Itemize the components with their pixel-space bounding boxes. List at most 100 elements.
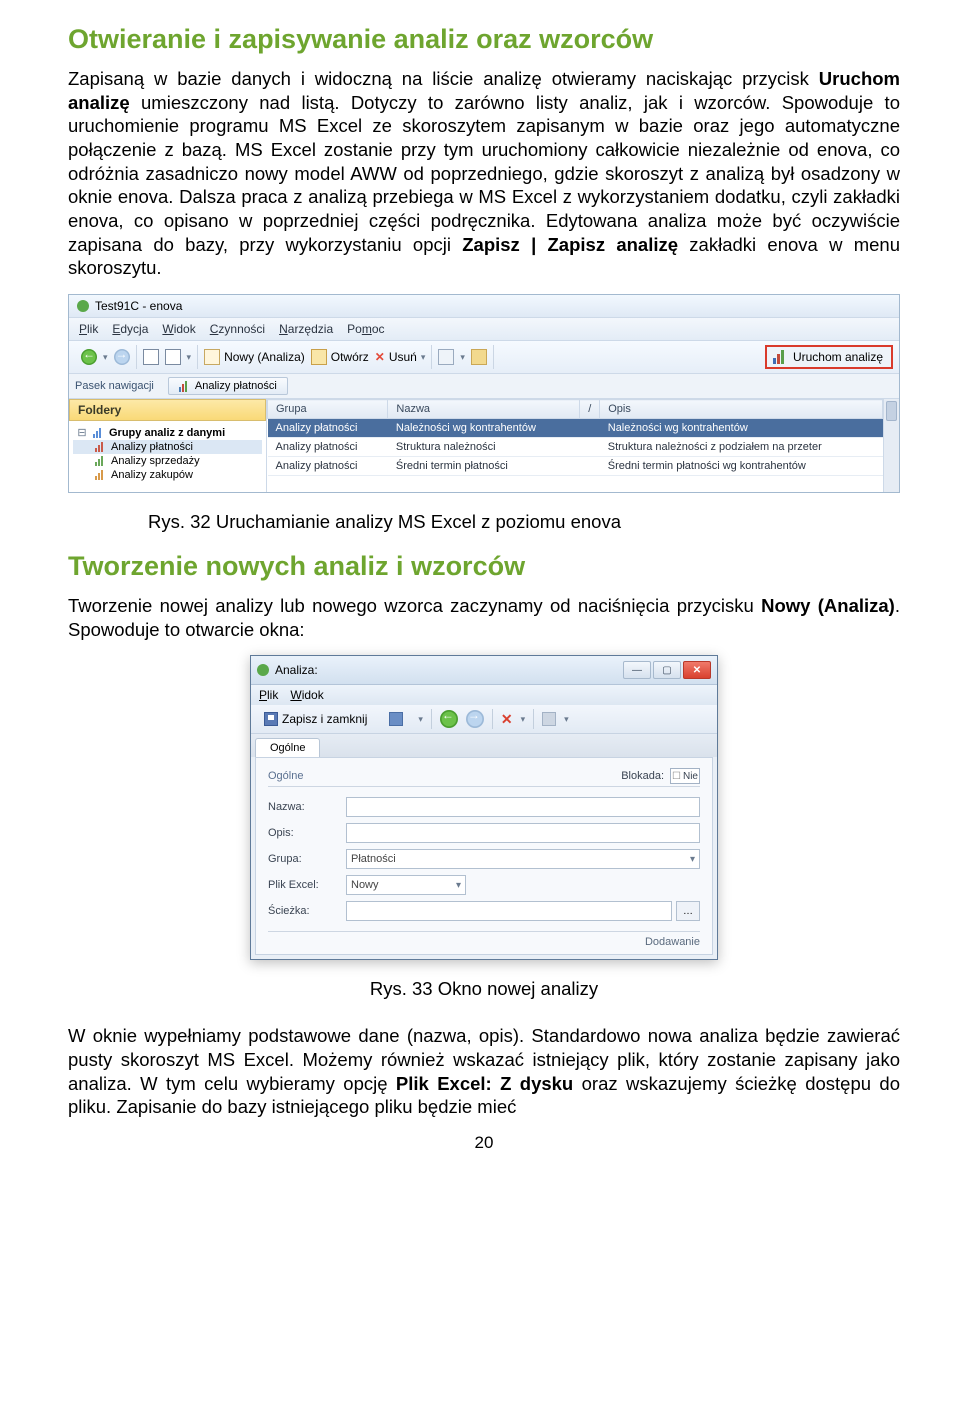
label-opis: Opis:	[268, 827, 346, 839]
nav-label: Pasek nawigacji	[75, 380, 154, 392]
menu-pomoc[interactable]: Pomoc	[347, 322, 384, 336]
tree-icon	[95, 442, 107, 452]
cell	[580, 419, 600, 438]
dialog-menu: Plik Widok	[251, 685, 717, 705]
delete-dropdown-icon[interactable]: ▾	[521, 714, 526, 725]
list-icon[interactable]	[143, 349, 159, 365]
save-button[interactable]	[382, 709, 410, 729]
otworz-label: Otwórz	[331, 350, 369, 364]
section-label: Ogólne	[268, 770, 303, 782]
input-nazwa[interactable]	[346, 797, 700, 817]
dialog-toolbar: Zapisz i zamknij ▾ ✕ ▾ ▾	[251, 705, 717, 734]
tree-item-sprzedazy[interactable]: Analizy sprzedaży	[73, 454, 262, 468]
menu-czynnosci[interactable]: Czynności	[210, 322, 265, 336]
save-close-label: Zapisz i zamknij	[282, 712, 367, 726]
section-header: Ogólne Blokada: ☐Nie	[268, 768, 700, 787]
table-row[interactable]: Analizy płatności Struktura należności S…	[268, 438, 883, 457]
p1-c: umieszczony nad listą. Dotyczy to zarówn…	[68, 92, 900, 255]
menu-plik[interactable]: Plik	[259, 688, 278, 702]
p1-d: Zapisz | Zapisz analizę	[462, 234, 678, 255]
col-opis[interactable]: Opis	[600, 400, 883, 419]
list-dropdown-icon[interactable]: ▾	[187, 352, 192, 363]
vertical-scrollbar[interactable]	[883, 399, 899, 492]
back-dropdown-icon[interactable]: ▾	[103, 352, 108, 363]
nav-bar: Pasek nawigacji Analizy płatności	[69, 374, 899, 399]
tree-label-0: Analizy płatności	[111, 441, 193, 453]
dialog-titlebar: Analiza: — ▢ ✕	[251, 656, 717, 685]
close-button[interactable]: ✕	[683, 661, 711, 679]
otworz-button[interactable]: Otwórz	[311, 349, 369, 365]
app-icon	[257, 664, 269, 676]
figure-caption-32: Rys. 32 Uruchamianie analizy MS Excel z …	[148, 511, 900, 533]
toolbar: ▾ ▾ Nowy (Analiza) Otwórz ✕ Usuń ▾	[69, 341, 899, 374]
tree-root[interactable]: ⊟ Grupy analiz z danymi	[73, 425, 262, 440]
cell: Średni termin płatności wg kontrahentów	[600, 457, 883, 476]
tree-label-2: Analizy zakupów	[111, 469, 193, 481]
copy-dropdown-icon[interactable]: ▾	[460, 352, 465, 363]
new-page-icon	[204, 349, 220, 365]
forward-icon[interactable]	[114, 349, 130, 365]
crumb-text: Analizy płatności	[195, 380, 277, 392]
col-nazwa[interactable]: Nazwa	[388, 400, 580, 419]
minimize-button[interactable]: —	[623, 661, 651, 679]
nav-fwd-icon[interactable]	[466, 710, 484, 728]
cell: Struktura należności z podziałem na prze…	[600, 438, 883, 457]
cell: Analizy płatności	[268, 419, 388, 438]
dialog-title: Analiza:	[275, 663, 318, 677]
folder-icon[interactable]	[471, 349, 487, 365]
open-icon	[311, 349, 327, 365]
breadcrumb[interactable]: Analizy płatności	[168, 377, 288, 395]
menu-edycja[interactable]: Edycja	[112, 322, 148, 336]
sidebar: Foldery ⊟ Grupy analiz z danymi Analizy …	[69, 399, 267, 492]
list2-icon[interactable]	[165, 349, 181, 365]
copy-icon[interactable]	[438, 349, 454, 365]
save-close-button[interactable]: Zapisz i zamknij	[257, 709, 374, 729]
crumb-icon	[179, 380, 191, 392]
cell	[580, 457, 600, 476]
delete-icon[interactable]: ✕	[501, 711, 513, 728]
tree-item-zakupow[interactable]: Analizy zakupów	[73, 468, 262, 482]
delete-icon: ✕	[375, 350, 385, 364]
back-icon[interactable]	[81, 349, 97, 365]
col-sort[interactable]: /	[580, 400, 600, 419]
print-dropdown-icon[interactable]: ▾	[564, 714, 569, 725]
save-dropdown-icon[interactable]: ▾	[418, 714, 423, 725]
menu-widok[interactable]: Widok	[162, 322, 195, 336]
print-icon[interactable]	[542, 712, 556, 726]
tree-item-platnosci[interactable]: Analizy płatności	[73, 440, 262, 454]
main-menu: Plik Edycja Widok Czynności Narzędzia Po…	[69, 318, 899, 341]
maximize-button[interactable]: ▢	[653, 661, 681, 679]
input-opis[interactable]	[346, 823, 700, 843]
grupa-value: Płatności	[351, 853, 396, 865]
grid-header-row: Grupa Nazwa / Opis	[268, 400, 883, 419]
uruchom-label: Uruchom analizę	[793, 350, 883, 364]
menu-narzedzia[interactable]: Narzędzia	[279, 322, 333, 336]
label-sciezka: Ścieżka:	[268, 905, 346, 917]
tree-root-label: Grupy analiz z danymi	[109, 427, 225, 439]
menu-widok[interactable]: Widok	[290, 688, 323, 702]
browse-button[interactable]: …	[676, 901, 700, 921]
tree-icon	[95, 456, 107, 466]
p3-b: Plik Excel: Z dysku	[396, 1073, 573, 1094]
uruchom-analize-button[interactable]: Uruchom analizę	[765, 345, 893, 369]
select-plik-excel[interactable]: Nowy	[346, 875, 466, 895]
nav-back-icon[interactable]	[440, 710, 458, 728]
input-sciezka[interactable]	[346, 901, 672, 921]
heading-open-save: Otwieranie i zapisywanie analiz oraz wzo…	[68, 24, 900, 55]
cell: Struktura należności	[388, 438, 580, 457]
blokada-checkbox[interactable]: ☐Nie	[670, 768, 700, 784]
label-plik-excel: Plik Excel:	[268, 879, 346, 891]
folders-header: Foldery	[69, 399, 266, 421]
nowy-button[interactable]: Nowy (Analiza)	[204, 349, 305, 365]
table-row[interactable]: Analizy płatności Należności wg kontrahe…	[268, 419, 883, 438]
screenshot-analiza-dialog: Analiza: — ▢ ✕ Plik Widok Zapisz i zamkn…	[250, 655, 718, 960]
table-row[interactable]: Analizy płatności Średni termin płatnośc…	[268, 457, 883, 476]
usun-button[interactable]: ✕ Usuń ▾	[375, 350, 426, 364]
col-grupa[interactable]: Grupa	[268, 400, 388, 419]
select-grupa[interactable]: Płatności	[346, 849, 700, 869]
cell: Analizy płatności	[268, 438, 388, 457]
menu-plik[interactable]: Plik	[79, 322, 98, 336]
blokada-value: Nie	[683, 771, 698, 782]
tab-ogolne[interactable]: Ogólne	[255, 738, 320, 757]
chart-icon	[773, 350, 787, 364]
